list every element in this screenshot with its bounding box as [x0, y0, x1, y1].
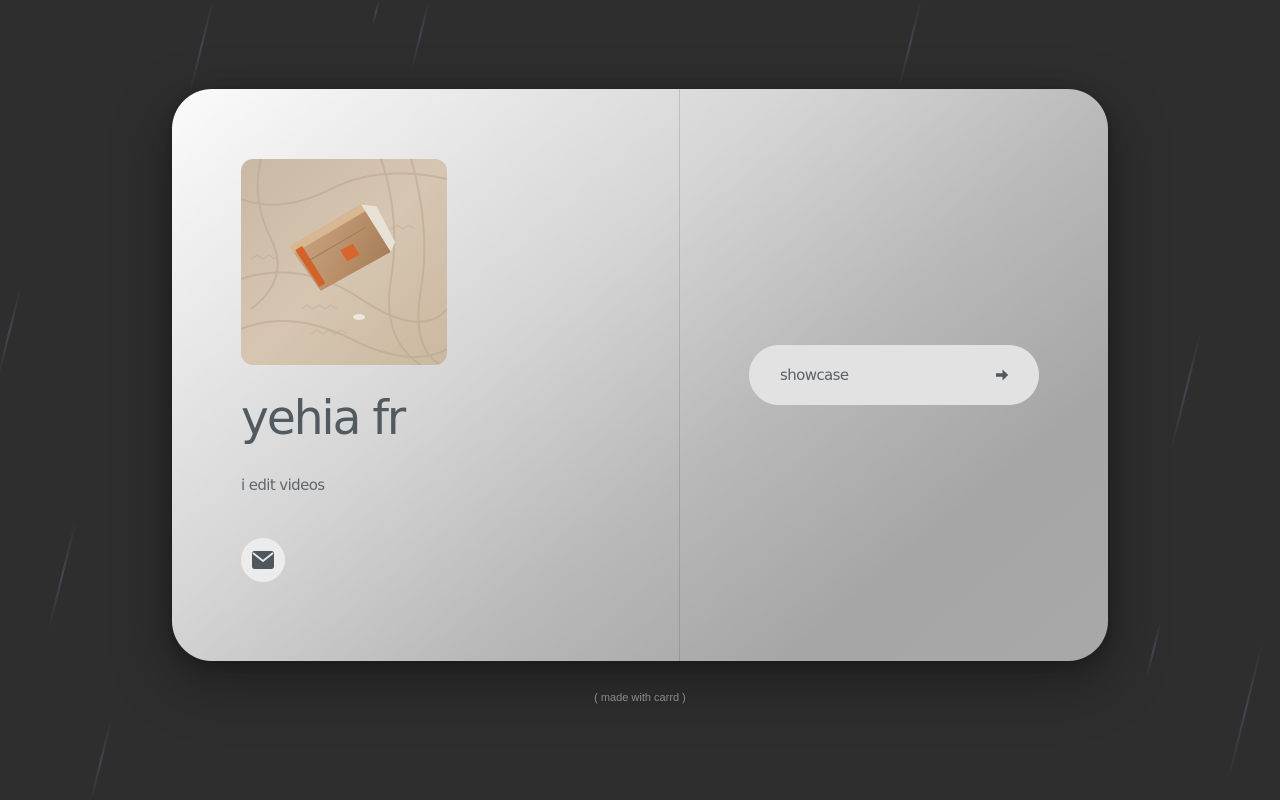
profile-card: yehia fr i edit videos showcase	[172, 89, 1108, 661]
email-button[interactable]	[241, 538, 285, 582]
made-with-carrd-link[interactable]: ( made with carrd )	[0, 692, 1280, 704]
envelope-icon	[252, 551, 274, 569]
profile-column: yehia fr i edit videos	[241, 159, 641, 582]
profile-tagline: i edit videos	[241, 476, 325, 494]
background-streak	[89, 720, 112, 800]
avatar	[241, 159, 447, 365]
background-streak	[898, 0, 922, 88]
profile-name: yehia fr	[241, 391, 406, 446]
background-streak	[0, 285, 22, 378]
showcase-label: showcase	[780, 366, 849, 384]
page-background: yehia fr i edit videos showcase ( made w…	[0, 0, 1280, 800]
background-streak	[371, 0, 380, 25]
background-streak	[1145, 620, 1162, 679]
background-streak	[1226, 640, 1264, 782]
background-streak	[47, 520, 77, 633]
background-streak	[1169, 330, 1202, 452]
background-streak	[410, 0, 430, 71]
background-streak	[189, 0, 214, 93]
column-divider	[679, 89, 680, 661]
arrow-right-icon	[996, 369, 1009, 381]
showcase-button[interactable]: showcase	[749, 345, 1039, 405]
